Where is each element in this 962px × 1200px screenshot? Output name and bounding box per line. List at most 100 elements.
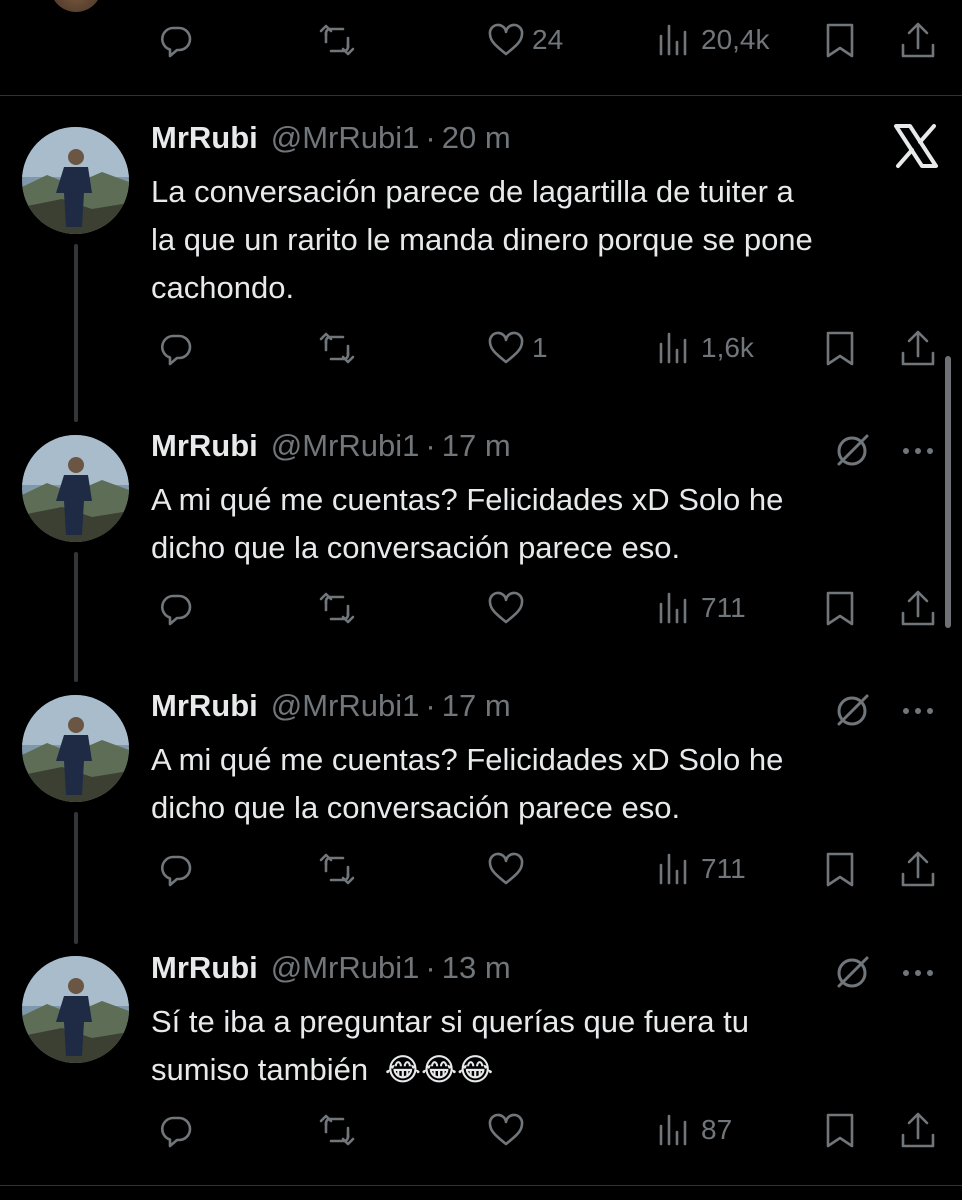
display-name[interactable]: MrRubi bbox=[151, 120, 258, 156]
separator: · bbox=[425, 950, 436, 985]
view-count: 711 bbox=[701, 853, 746, 884]
retweet-button[interactable] bbox=[317, 588, 357, 628]
tweet-actions: 87 bbox=[0, 1110, 962, 1154]
separator: · bbox=[425, 428, 436, 463]
reply-icon bbox=[161, 594, 192, 626]
more-icon[interactable] bbox=[898, 441, 938, 461]
avatar[interactable] bbox=[22, 956, 129, 1063]
tweet-header: MrRubi @MrRubi1 · 20 m bbox=[151, 120, 511, 160]
bookmark-icon bbox=[826, 591, 854, 626]
share-button[interactable] bbox=[898, 1110, 938, 1150]
tweet-text-line-content: sumiso también bbox=[151, 1052, 369, 1087]
retweet-button[interactable] bbox=[317, 20, 357, 60]
avatar[interactable] bbox=[22, 127, 129, 234]
divider bbox=[0, 1185, 962, 1186]
tweet-actions: 711 bbox=[0, 849, 962, 893]
grok-icon[interactable] bbox=[833, 690, 873, 730]
reply-icon bbox=[161, 1116, 192, 1148]
bookmark-icon bbox=[826, 852, 854, 887]
bookmark-icon bbox=[826, 331, 854, 366]
more-icon[interactable] bbox=[898, 963, 938, 983]
share-button[interactable] bbox=[898, 588, 938, 628]
tweet-text-line: La conversación parece de lagartilla de … bbox=[151, 174, 794, 209]
retweet-icon bbox=[319, 24, 355, 56]
like-button[interactable] bbox=[486, 849, 532, 889]
retweet-icon bbox=[319, 332, 355, 364]
reply-icon bbox=[161, 26, 192, 58]
like-button[interactable]: 24 bbox=[486, 20, 563, 60]
avatar-photo bbox=[22, 956, 129, 1063]
tweet-text-line: A mi qué me cuentas? Felicidades xD Solo… bbox=[151, 742, 784, 777]
display-name[interactable]: MrRubi bbox=[151, 428, 258, 464]
tweet-actions: 1 1,6k bbox=[0, 328, 962, 372]
handle[interactable]: @MrRubi1 bbox=[271, 120, 420, 156]
grok-icon[interactable] bbox=[833, 430, 873, 470]
bookmark-button[interactable] bbox=[820, 328, 860, 368]
like-count: 24 bbox=[532, 24, 564, 55]
share-button[interactable] bbox=[898, 328, 938, 368]
avatar[interactable] bbox=[50, 0, 102, 12]
scrollbar[interactable] bbox=[945, 356, 951, 628]
like-button[interactable] bbox=[486, 588, 532, 628]
tweet-text-line: dicho que la conversación parece eso. bbox=[151, 790, 681, 825]
timestamp[interactable]: 17 m bbox=[442, 428, 511, 464]
separator: · bbox=[425, 120, 436, 155]
grok-icon[interactable] bbox=[833, 952, 873, 992]
view-count: 87 bbox=[701, 1114, 733, 1145]
tweet-text-line: A mi qué me cuentas? Felicidades xD Solo… bbox=[151, 482, 784, 517]
reply-button[interactable] bbox=[156, 849, 196, 889]
handle[interactable]: @MrRubi1 bbox=[271, 950, 420, 986]
bookmark-button[interactable] bbox=[820, 849, 860, 889]
like-button[interactable]: 1 bbox=[486, 328, 548, 368]
like-icon bbox=[488, 331, 524, 364]
timestamp[interactable]: 17 m bbox=[442, 688, 511, 724]
handle[interactable]: @MrRubi1 bbox=[271, 428, 420, 464]
more-icon[interactable] bbox=[898, 701, 938, 721]
reply-button[interactable] bbox=[156, 328, 196, 368]
timestamp[interactable]: 20 m bbox=[442, 120, 511, 156]
display-name[interactable]: MrRubi bbox=[151, 688, 258, 724]
reply-button[interactable] bbox=[156, 1110, 196, 1150]
like-count: 1 bbox=[532, 332, 548, 363]
views-button[interactable]: 711 bbox=[655, 849, 746, 889]
tweet-text: La conversación parece de lagartilla de … bbox=[151, 168, 931, 312]
bookmark-button[interactable] bbox=[820, 20, 860, 60]
share-icon bbox=[901, 330, 935, 366]
views-button[interactable]: 20,4k bbox=[655, 20, 770, 60]
reply-icon bbox=[161, 855, 192, 887]
reply-button[interactable] bbox=[156, 588, 196, 628]
share-icon bbox=[901, 851, 935, 887]
avatar[interactable] bbox=[22, 695, 129, 802]
bookmark-button[interactable] bbox=[820, 588, 860, 628]
tweet-text-line: sumiso también 😂😂😂 bbox=[151, 1046, 931, 1094]
timestamp[interactable]: 13 m bbox=[442, 950, 511, 986]
bookmark-button[interactable] bbox=[820, 1110, 860, 1150]
views-button[interactable]: 1,6k bbox=[655, 328, 754, 368]
retweet-button[interactable] bbox=[317, 849, 357, 889]
views-icon bbox=[659, 24, 687, 56]
tweet-header: MrRubi @MrRubi1 · 17 m bbox=[151, 428, 511, 468]
like-icon bbox=[488, 852, 524, 885]
share-button[interactable] bbox=[898, 20, 938, 60]
view-count: 20,4k bbox=[701, 24, 770, 55]
share-button[interactable] bbox=[898, 849, 938, 889]
views-button[interactable]: 711 bbox=[655, 588, 746, 628]
tweet-text: Sí te iba a preguntar si querías que fue… bbox=[151, 998, 931, 1094]
tweet-text-line: la que un rarito le manda dinero porque … bbox=[151, 222, 813, 257]
separator: · bbox=[425, 688, 436, 723]
views-icon bbox=[659, 1114, 687, 1146]
like-button[interactable] bbox=[486, 1110, 532, 1150]
retweet-button[interactable] bbox=[317, 1110, 357, 1150]
handle[interactable]: @MrRubi1 bbox=[271, 688, 420, 724]
display-name[interactable]: MrRubi bbox=[151, 950, 258, 986]
emoji-icon: 😂😂😂 bbox=[384, 1052, 494, 1087]
like-icon bbox=[488, 23, 524, 56]
share-icon bbox=[901, 1112, 935, 1148]
avatar[interactable] bbox=[22, 435, 129, 542]
divider bbox=[0, 95, 962, 96]
retweet-button[interactable] bbox=[317, 328, 357, 368]
reply-button[interactable] bbox=[156, 20, 196, 60]
tweet-text: A mi qué me cuentas? Felicidades xD Solo… bbox=[151, 476, 931, 572]
views-button[interactable]: 87 bbox=[655, 1110, 732, 1150]
retweet-icon bbox=[319, 1114, 355, 1146]
